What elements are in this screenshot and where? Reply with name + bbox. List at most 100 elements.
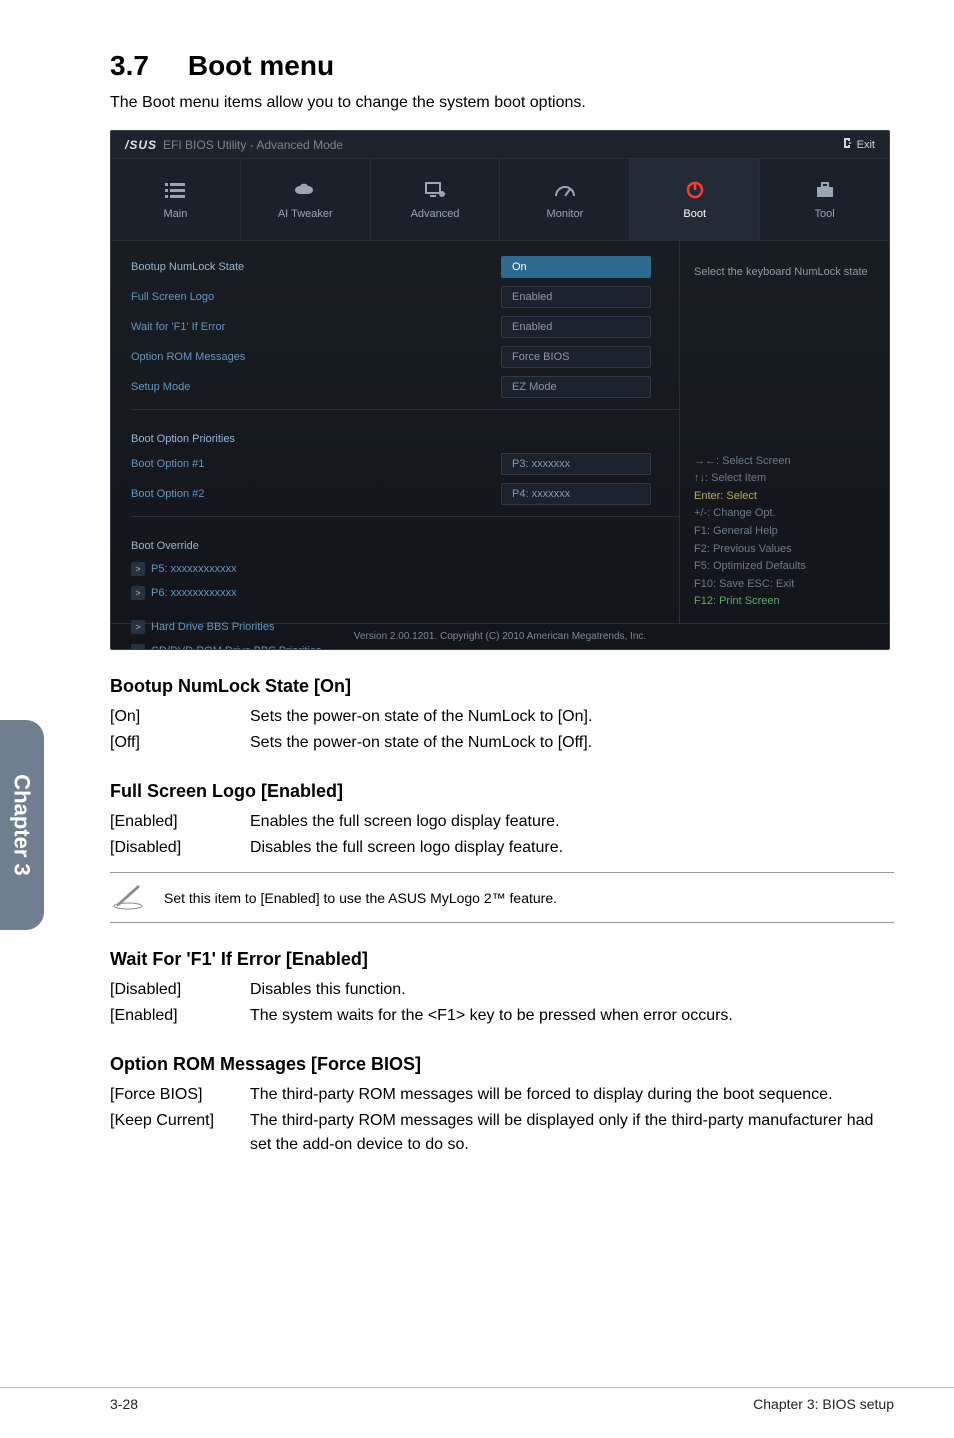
opt-key: [Disabled] xyxy=(110,836,250,860)
chevron-right-icon: > xyxy=(131,620,145,634)
override-cddvd-label: CD/DVD ROM Drive BBS Priorities xyxy=(151,645,322,650)
subhead-waitf1: Wait For 'F1' If Error [Enabled] xyxy=(110,949,894,970)
opt-desc: The third-party ROM messages will be for… xyxy=(250,1083,894,1107)
tab-advanced-label: Advanced xyxy=(411,208,460,220)
monitor-gear-icon xyxy=(422,180,448,200)
opt-fslogo-di: [Disabled] Disables the full screen logo… xyxy=(110,836,894,860)
bios-nav-hints: →←: Select Screen ↑↓: Select Item Enter:… xyxy=(694,453,875,611)
bios-right-pane: Select the keyboard NumLock state →←: Se… xyxy=(679,241,889,623)
override-p6[interactable]: > P6: xxxxxxxxxxxx xyxy=(131,581,679,605)
toolbox-icon xyxy=(812,180,838,200)
tab-main[interactable]: Main xyxy=(111,159,241,240)
row-waitf1-label: Wait for 'F1' If Error xyxy=(131,321,501,333)
gauge-icon xyxy=(552,180,578,200)
opt-waitf1-di: [Disabled] Disables this function. xyxy=(110,978,894,1002)
exit-label: Exit xyxy=(857,139,875,151)
tab-tool-label: Tool xyxy=(814,208,834,220)
row-numlock[interactable]: Bootup NumLock State On xyxy=(131,253,679,281)
hint-l2: ↑↓: Select Item xyxy=(694,470,875,488)
chevron-right-icon: > xyxy=(131,644,145,650)
bios-brand-logo: /SUS xyxy=(125,138,157,152)
opt-desc: Disables this function. xyxy=(250,978,894,1002)
row-setupmode[interactable]: Setup Mode EZ Mode xyxy=(131,373,679,401)
exit-icon xyxy=(843,137,853,152)
note-text: Set this item to [Enabled] to use the AS… xyxy=(164,890,557,906)
tab-tool[interactable]: Tool xyxy=(760,159,889,240)
hint-l5: F1: General Help xyxy=(694,523,875,541)
tab-main-label: Main xyxy=(163,208,187,220)
opt-desc: Enables the full screen logo display fea… xyxy=(250,810,894,834)
hint-l6: F2: Previous Values xyxy=(694,541,875,559)
cloud-icon xyxy=(292,180,318,200)
opt-waitf1-en: [Enabled] The system waits for the <F1> … xyxy=(110,1004,894,1028)
chapter-side-tab: Chapter 3 xyxy=(0,720,44,930)
tab-advanced[interactable]: Advanced xyxy=(371,159,501,240)
bios-help-text: Select the keyboard NumLock state xyxy=(694,265,875,280)
power-icon xyxy=(682,180,708,200)
hint-l1: →←: Select Screen xyxy=(694,453,875,471)
pen-icon xyxy=(110,881,146,914)
subhead-optrom: Option ROM Messages [Force BIOS] xyxy=(110,1054,894,1075)
row-optionrom-label: Option ROM Messages xyxy=(131,351,501,363)
hint-l3: Enter: Select xyxy=(694,488,875,506)
bios-screenshot: /SUS EFI BIOS Utility - Advanced Mode Ex… xyxy=(110,130,890,650)
row-bootopt1-value[interactable]: P3: xxxxxxx xyxy=(501,453,651,475)
exit-button[interactable]: Exit xyxy=(843,137,875,152)
row-numlock-value[interactable]: On xyxy=(501,256,651,278)
row-optionrom[interactable]: Option ROM Messages Force BIOS xyxy=(131,343,679,371)
override-p5[interactable]: > P5: xxxxxxxxxxxx xyxy=(131,557,679,581)
bios-top-title: EFI BIOS Utility - Advanced Mode xyxy=(163,138,343,152)
chevron-right-icon: > xyxy=(131,586,145,600)
chevron-right-icon: > xyxy=(131,562,145,576)
row-fullscreen-value[interactable]: Enabled xyxy=(501,286,651,308)
row-bootopt1[interactable]: Boot Option #1 P3: xxxxxxx xyxy=(131,450,679,478)
row-fullscreen-label: Full Screen Logo xyxy=(131,291,501,303)
section-heading: 3.7 Boot menu xyxy=(110,50,894,82)
override-p6-label: P6: xxxxxxxxxxxx xyxy=(151,587,237,599)
hint-l8: F10: Save ESC: Exit xyxy=(694,576,875,594)
row-bootopt2-label: Boot Option #2 xyxy=(131,488,501,500)
row-waitf1[interactable]: Wait for 'F1' If Error Enabled xyxy=(131,313,679,341)
opt-key: [Disabled] xyxy=(110,978,250,1002)
override-cddvd[interactable]: > CD/DVD ROM Drive BBS Priorities xyxy=(131,639,679,650)
subhead-fslogo: Full Screen Logo [Enabled] xyxy=(110,781,894,802)
bios-titlebar: /SUS EFI BIOS Utility - Advanced Mode Ex… xyxy=(111,131,889,159)
override-hdd[interactable]: > Hard Drive BBS Priorities xyxy=(131,615,679,639)
page-footer: 3-28 Chapter 3: BIOS setup xyxy=(0,1387,954,1412)
opt-key: [Enabled] xyxy=(110,1004,250,1028)
opt-desc: The system waits for the <F1> key to be … xyxy=(250,1004,894,1028)
opt-key: [On] xyxy=(110,705,250,729)
footer-left: 3-28 xyxy=(110,1396,138,1412)
opt-numlock-on: [On] Sets the power-on state of the NumL… xyxy=(110,705,894,729)
tab-monitor[interactable]: Monitor xyxy=(500,159,630,240)
row-bootopt2-value[interactable]: P4: xxxxxxx xyxy=(501,483,651,505)
section-title-text: Boot menu xyxy=(188,50,334,81)
row-waitf1-value[interactable]: Enabled xyxy=(501,316,651,338)
bios-left-pane: Bootup NumLock State On Full Screen Logo… xyxy=(111,241,679,623)
opt-optrom-force: [Force BIOS] The third-party ROM message… xyxy=(110,1083,894,1107)
tab-boot[interactable]: Boot xyxy=(630,159,760,240)
section-number: 3.7 xyxy=(110,50,149,81)
subhead-numlock: Bootup NumLock State [On] xyxy=(110,676,894,697)
opt-key: [Off] xyxy=(110,731,250,755)
row-fullscreen[interactable]: Full Screen Logo Enabled xyxy=(131,283,679,311)
hint-l7: F5: Optimized Defaults xyxy=(694,558,875,576)
list-icon xyxy=(162,180,188,200)
opt-desc: Sets the power-on state of the NumLock t… xyxy=(250,705,894,729)
row-setupmode-label: Setup Mode xyxy=(131,381,501,393)
opt-numlock-off: [Off] Sets the power-on state of the Num… xyxy=(110,731,894,755)
row-optionrom-value[interactable]: Force BIOS xyxy=(501,346,651,368)
boot-priorities-header: Boot Option Priorities xyxy=(131,428,679,450)
row-setupmode-value[interactable]: EZ Mode xyxy=(501,376,651,398)
chapter-side-label: Chapter 3 xyxy=(9,774,35,875)
opt-key: [Force BIOS] xyxy=(110,1083,250,1107)
hint-l9: F12: Print Screen xyxy=(694,593,875,611)
footer-right: Chapter 3: BIOS setup xyxy=(753,1396,894,1412)
opt-optrom-keep: [Keep Current] The third-party ROM messa… xyxy=(110,1109,894,1157)
tab-aitweaker[interactable]: AI Tweaker xyxy=(241,159,371,240)
override-p5-label: P5: xxxxxxxxxxxx xyxy=(151,563,237,575)
row-bootopt2[interactable]: Boot Option #2 P4: xxxxxxx xyxy=(131,480,679,508)
opt-key: [Enabled] xyxy=(110,810,250,834)
opt-desc: Sets the power-on state of the NumLock t… xyxy=(250,731,894,755)
tab-boot-label: Boot xyxy=(683,208,706,220)
